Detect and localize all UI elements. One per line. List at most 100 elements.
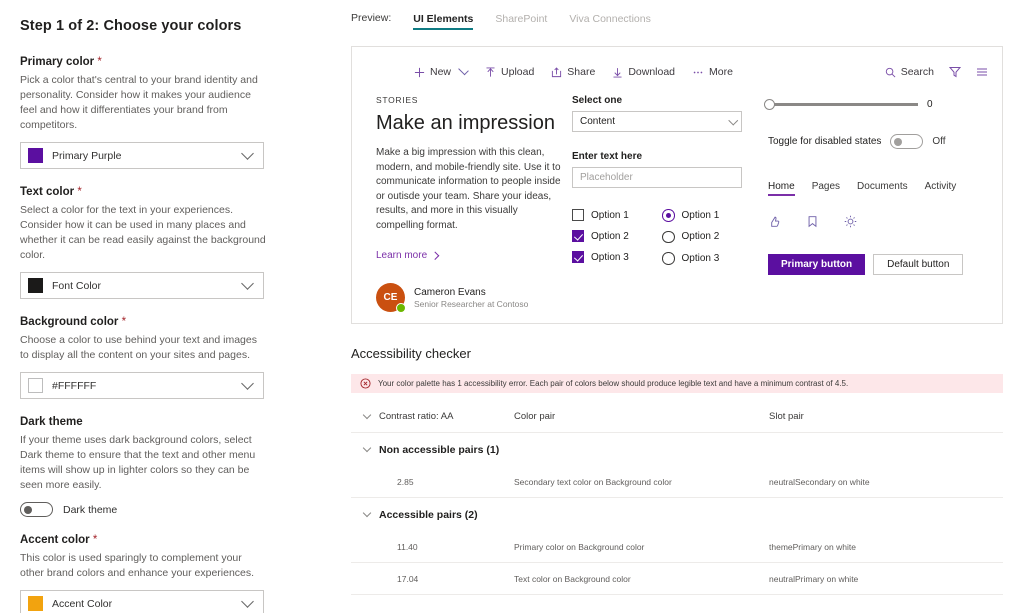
group-row-accessible[interactable]: Accessible pairs (2) bbox=[351, 498, 1003, 531]
field-description-text-color: Select a color for the text in your expe… bbox=[20, 204, 266, 261]
person-card[interactable]: CE Cameron Evans Senior Researcher at Co… bbox=[376, 283, 566, 313]
text-color-swatch bbox=[28, 278, 43, 293]
primary-color-dropdown[interactable]: Primary Purple bbox=[20, 142, 264, 169]
form-controls-column: Select one Content Enter text here Place… bbox=[566, 95, 756, 312]
nav-tab-activity[interactable]: Activity bbox=[925, 181, 957, 196]
accent-color-dropdown[interactable]: Accent Color bbox=[20, 590, 264, 613]
field-dark-theme: Dark theme If your theme uses dark backg… bbox=[20, 416, 310, 517]
row-slot-pair: neutralPrimary on white bbox=[769, 573, 859, 584]
radio-icon bbox=[662, 230, 675, 243]
more-button[interactable]: More bbox=[692, 66, 733, 78]
chevron-down-icon bbox=[458, 64, 469, 76]
dark-theme-toggle[interactable] bbox=[20, 502, 53, 517]
accessibility-error-message: Your color palette has 1 accessibility e… bbox=[378, 379, 849, 388]
enter-text-input[interactable]: Placeholder bbox=[572, 167, 742, 188]
row-color-pair: Primary color on Background color bbox=[514, 541, 645, 552]
table-row[interactable]: 2.85 Secondary text color on Background … bbox=[351, 466, 1003, 498]
search-button[interactable]: Search bbox=[885, 66, 934, 78]
primary-color-value: Primary Purple bbox=[52, 149, 122, 162]
label-text: Primary color bbox=[20, 56, 95, 68]
share-button[interactable]: Share bbox=[551, 66, 595, 78]
group-row-non-accessible[interactable]: Non accessible pairs (1) bbox=[351, 433, 1003, 466]
row-contrast-ratio: 2.85 bbox=[397, 476, 414, 487]
accessibility-checker-title: Accessibility checker bbox=[351, 346, 471, 361]
upload-icon bbox=[485, 66, 496, 78]
radio-option-1[interactable]: Option 1 bbox=[662, 209, 752, 222]
dark-theme-toggle-label: Dark theme bbox=[63, 503, 118, 516]
checkbox-option-3[interactable]: Option 3 bbox=[572, 251, 662, 263]
disabled-toggle[interactable] bbox=[890, 134, 924, 149]
disabled-toggle-row: Toggle for disabled states Off bbox=[768, 134, 984, 149]
nav-tab-documents[interactable]: Documents bbox=[857, 181, 908, 196]
button-row: Primary button Default button bbox=[768, 254, 984, 275]
list-view-icon[interactable] bbox=[976, 66, 988, 78]
label-text: Text color bbox=[20, 186, 75, 198]
row-color-pair: Text color on Background color bbox=[514, 573, 631, 584]
like-icon[interactable] bbox=[768, 215, 781, 233]
checkbox-option-1[interactable]: Option 1 bbox=[572, 209, 662, 221]
select-one-label: Select one bbox=[572, 95, 623, 106]
group-label-non-accessible: Non accessible pairs (1) bbox=[379, 443, 500, 456]
nav-tab-home[interactable]: Home bbox=[768, 181, 795, 196]
person-role: Senior Researcher at Contoso bbox=[414, 298, 529, 309]
required-asterisk: * bbox=[92, 534, 98, 546]
radio-option-3[interactable]: Option 3 bbox=[662, 252, 752, 265]
bookmark-icon[interactable] bbox=[806, 215, 819, 233]
chevron-down-icon bbox=[362, 443, 372, 453]
row-slot-pair: neutralSecondary on white bbox=[769, 476, 870, 487]
page-title: Step 1 of 2: Choose your colors bbox=[20, 18, 242, 34]
table-row[interactable]: 17.04 Text color on Background color neu… bbox=[351, 563, 1003, 595]
collapse-all-toggle[interactable] bbox=[355, 410, 379, 421]
error-icon bbox=[360, 378, 371, 389]
row-slot-pair: themePrimary on white bbox=[769, 541, 856, 552]
command-bar: New Upload Share Download More Search bbox=[352, 55, 1002, 89]
new-button[interactable]: New bbox=[414, 64, 469, 78]
background-color-swatch bbox=[28, 378, 43, 393]
learn-more-link[interactable]: Learn more bbox=[376, 250, 439, 261]
accessibility-error-banner: Your color palette has 1 accessibility e… bbox=[351, 374, 1003, 393]
avatar-initials: CE bbox=[383, 292, 398, 303]
row-contrast-ratio: 11.40 bbox=[397, 541, 418, 552]
dark-theme-toggle-row[interactable]: Dark theme bbox=[20, 502, 310, 517]
required-asterisk: * bbox=[77, 186, 82, 198]
download-icon bbox=[612, 67, 623, 78]
slider[interactable] bbox=[764, 98, 918, 110]
tab-viva-connections[interactable]: Viva Connections bbox=[569, 13, 651, 30]
table-row[interactable]: 11.40 Primary color on Background color … bbox=[351, 531, 1003, 563]
slider-thumb[interactable] bbox=[764, 98, 775, 110]
tab-sharepoint[interactable]: SharePoint bbox=[495, 13, 547, 30]
group-label-accessible: Accessible pairs (2) bbox=[379, 508, 478, 521]
select-one-dropdown[interactable]: Content bbox=[572, 111, 742, 132]
background-color-dropdown[interactable]: #FFFFFF bbox=[20, 372, 264, 399]
default-button[interactable]: Default button bbox=[873, 254, 964, 275]
radio-icon bbox=[662, 252, 675, 265]
group-toggle[interactable] bbox=[355, 508, 379, 519]
field-primary-color: Primary color * Pick a color that's cent… bbox=[20, 56, 310, 169]
hero-column: STORIES Make an impression Make a big im… bbox=[370, 95, 566, 313]
radio-option-2[interactable]: Option 2 bbox=[662, 230, 752, 243]
preview-panel: Preview: UI Elements SharePoint Viva Con… bbox=[340, 0, 1024, 613]
upload-button[interactable]: Upload bbox=[485, 66, 534, 78]
download-button[interactable]: Download bbox=[612, 66, 675, 78]
checkbox-option-2[interactable]: Option 2 bbox=[572, 230, 662, 242]
label-text: Accent color bbox=[20, 534, 90, 546]
field-description-accent-color: This color is used sparingly to compleme… bbox=[20, 552, 255, 579]
command-bar-right: Search bbox=[885, 66, 988, 78]
radio-option-3-label: Option 3 bbox=[681, 252, 720, 264]
filter-icon[interactable] bbox=[949, 66, 961, 78]
field-label-background-color: Background color * bbox=[20, 316, 310, 328]
text-color-dropdown[interactable]: Font Color bbox=[20, 272, 264, 299]
accessibility-table: Contrast ratio: AA Color pair Slot pair … bbox=[351, 401, 1003, 595]
nav-tab-pages[interactable]: Pages bbox=[812, 181, 840, 196]
group-toggle[interactable] bbox=[355, 443, 379, 454]
brightness-icon[interactable] bbox=[844, 215, 857, 233]
upload-button-label: Upload bbox=[501, 66, 535, 78]
tab-ui-elements[interactable]: UI Elements bbox=[413, 13, 474, 31]
primary-button[interactable]: Primary button bbox=[768, 254, 866, 275]
field-description-background-color: Choose a color to use behind your text a… bbox=[20, 334, 257, 361]
accent-color-swatch bbox=[28, 596, 43, 611]
action-icon-row bbox=[768, 215, 984, 233]
share-button-label: Share bbox=[567, 66, 596, 78]
chevron-down-icon bbox=[728, 115, 738, 125]
search-label: Search bbox=[900, 66, 934, 78]
